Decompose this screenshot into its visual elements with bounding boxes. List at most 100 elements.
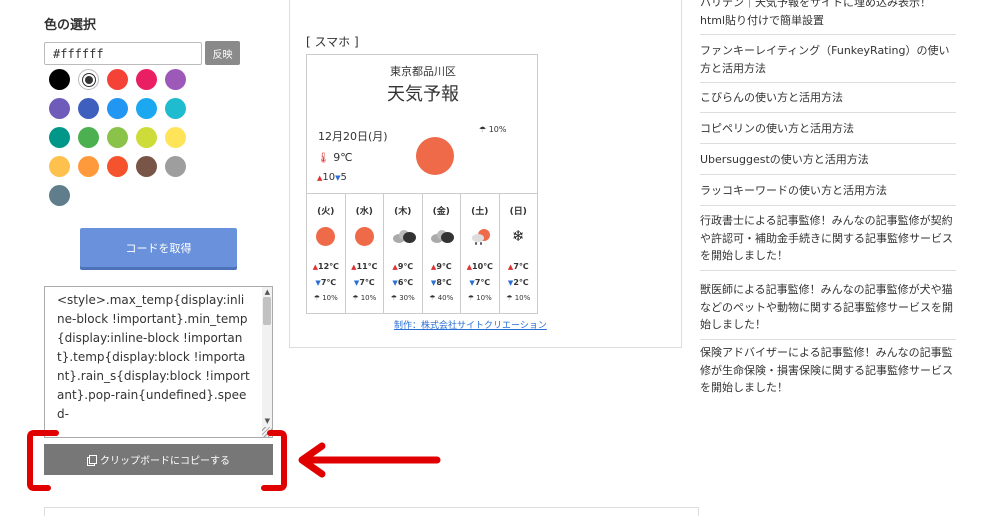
color-swatch[interactable] xyxy=(165,127,186,148)
scrollbar-thumb[interactable] xyxy=(263,297,271,325)
color-swatch[interactable] xyxy=(107,98,128,119)
high-low-temperature: ▲10▼5 xyxy=(317,172,347,183)
umbrella-icon: ☂ xyxy=(479,125,487,134)
weekly-forecast: (火) ▲12℃ ▼7℃ ☂ 10% (水) ▲11℃ ▼7℃ ☂ 10% (木) ▲9℃ ▼6℃ ☂… xyxy=(307,193,537,314)
smartphone-preview-label: [ スマホ ] xyxy=(306,35,359,49)
color-swatch[interactable] xyxy=(136,69,157,90)
forecast-day: (日) ❄ ▲7℃ ▼2℃ ☂ 10% xyxy=(500,194,538,314)
cloud-icon xyxy=(431,226,455,246)
sidebar-article-link[interactable]: こびらんの使い方と活用方法 xyxy=(700,89,956,113)
color-swatch[interactable] xyxy=(49,156,70,177)
sidebar-article-link[interactable]: ラッコキーワードの使い方と活用方法 xyxy=(700,182,956,206)
weather-title: 天気予報 xyxy=(387,84,459,105)
code-scrollbar[interactable]: ▲ ▼ xyxy=(262,287,272,437)
day-rain-chance: ☂ 10% xyxy=(467,294,492,302)
color-code-input[interactable] xyxy=(44,42,202,65)
day-min-temp: ▼6℃ xyxy=(392,278,414,287)
get-code-button[interactable]: コードを取得 xyxy=(80,228,237,267)
color-swatch[interactable] xyxy=(136,127,157,148)
cloud-icon xyxy=(392,226,416,246)
sidebar-article-link[interactable]: コピペリンの使い方と活用方法 xyxy=(700,120,956,144)
umbrella-icon: ☂ xyxy=(467,294,474,302)
day-min-temp: ▼7℃ xyxy=(469,278,491,287)
day-rain-chance: ☂ 30% xyxy=(390,294,415,302)
red-arrow-icon xyxy=(298,442,441,478)
sidebar-article-link[interactable]: ファンキーレイティング（FunkeyRating）の使い方と活用方法 xyxy=(700,42,956,83)
sidebar-article-link[interactable]: 保険アドバイザーによる記事監修！みんなの記事監修が生命保険・損害保険に関する記事… xyxy=(700,344,956,402)
color-swatch[interactable] xyxy=(107,69,128,90)
day-max-temp: ▲11℃ xyxy=(351,262,378,271)
color-swatch[interactable] xyxy=(49,69,70,90)
day-min-temp: ▼8℃ xyxy=(430,278,452,287)
color-swatch[interactable] xyxy=(165,69,186,90)
sidebar-article-link[interactable]: Ubersuggestの使い方と活用方法 xyxy=(700,151,956,175)
day-min-temp: ▼7℃ xyxy=(353,278,375,287)
umbrella-icon: ☂ xyxy=(352,294,359,302)
forecast-day: (火) ▲12℃ ▼7℃ ☂ 10% xyxy=(307,194,346,314)
apply-color-button[interactable]: 反映 xyxy=(205,41,240,65)
day-name: (日) xyxy=(509,207,527,217)
credit-link[interactable]: 制作：株式会社サイトクリエーション xyxy=(394,318,547,331)
day-max-temp: ▲9℃ xyxy=(430,262,452,271)
day-min-temp: ▼2℃ xyxy=(507,278,529,287)
sun-icon xyxy=(316,226,336,246)
umbrella-icon: ☂ xyxy=(429,294,436,302)
sidebar-article-link[interactable]: 獣医師による記事監修！みんなの記事監修が犬や猫などのペットや動物に関する記事監修… xyxy=(700,281,956,340)
day-rain-chance: ☂ 10% xyxy=(506,294,531,302)
day-max-temp: ▲9℃ xyxy=(392,262,414,271)
preview-panel: [ スマホ ] 東京都品川区 天気予報 12月20日(月) ☂ 10% 🌡 9℃… xyxy=(289,0,682,348)
sidebar-article-link[interactable]: ハリテン｜天気予報をサイトに埋め込み表示！html貼り付けで簡単設置 xyxy=(700,0,956,35)
sidebar-article-link[interactable]: 行政書士による記事監修！みんなの記事監修が契約や許認可・補助金手続きに関する記事… xyxy=(700,212,956,271)
day-name: (金) xyxy=(432,207,450,217)
color-swatch[interactable] xyxy=(136,156,157,177)
forecast-day: (土) ▲10℃ ▼7℃ ☂ 10% xyxy=(461,194,500,314)
color-swatch[interactable] xyxy=(165,98,186,119)
sun-icon xyxy=(416,137,454,175)
umbrella-icon: ☂ xyxy=(313,294,320,302)
sun-icon xyxy=(354,226,374,246)
content-box-bottom xyxy=(44,507,699,516)
day-rain-chance: ☂ 10% xyxy=(313,294,338,302)
day-rain-chance: ☂ 10% xyxy=(352,294,377,302)
day-name: (土) xyxy=(471,207,489,217)
snow-icon: ❄ xyxy=(511,227,525,245)
forecast-day: (木) ▲9℃ ▼6℃ ☂ 30% xyxy=(384,194,423,314)
color-swatch[interactable] xyxy=(78,69,99,90)
day-name: (木) xyxy=(394,207,412,217)
weather-date: 12月20日(月) xyxy=(318,130,388,143)
color-select-title: 色の選択 xyxy=(44,18,97,33)
color-swatch[interactable] xyxy=(49,185,70,206)
color-swatch[interactable] xyxy=(165,156,186,177)
code-output-text: <style>.max_temp{display:inline-block !i… xyxy=(57,293,250,421)
color-swatch[interactable] xyxy=(49,98,70,119)
day-max-temp: ▲10℃ xyxy=(466,262,493,271)
code-output-textarea[interactable]: <style>.max_temp{display:inline-block !i… xyxy=(44,286,273,438)
forecast-day: (水) ▲11℃ ▼7℃ ☂ 10% xyxy=(346,194,384,314)
scroll-up-icon[interactable]: ▲ xyxy=(265,288,270,296)
color-swatch[interactable] xyxy=(78,127,99,148)
umbrella-icon: ☂ xyxy=(390,294,397,302)
current-temperature: 🌡 9℃ xyxy=(317,151,353,164)
color-swatch[interactable] xyxy=(107,156,128,177)
day-max-temp: ▲7℃ xyxy=(507,262,529,271)
weather-widget: 東京都品川区 天気予報 12月20日(月) ☂ 10% 🌡 9℃ ▲10▼5 (… xyxy=(306,54,538,314)
color-swatch[interactable] xyxy=(49,127,70,148)
forecast-day: (金) ▲9℃ ▼8℃ ☂ 40% xyxy=(423,194,461,314)
day-max-temp: ▲12℃ xyxy=(312,262,339,271)
red-highlight-bracket xyxy=(27,430,287,491)
color-swatch[interactable] xyxy=(78,156,99,177)
selected-indicator-icon xyxy=(84,75,93,84)
rain-chance-today: ☂ 10% xyxy=(479,125,507,134)
color-swatch[interactable] xyxy=(107,127,128,148)
color-swatch[interactable] xyxy=(78,98,99,119)
day-rain-chance: ☂ 40% xyxy=(429,294,454,302)
umbrella-icon: ☂ xyxy=(506,294,513,302)
weather-location: 東京都品川区 xyxy=(390,65,456,78)
sun-rain-icon xyxy=(470,226,490,246)
color-swatch[interactable] xyxy=(136,98,157,119)
day-min-temp: ▼7℃ xyxy=(315,278,337,287)
day-name: (火) xyxy=(317,207,335,217)
thermometer-icon: 🌡 xyxy=(317,153,330,164)
day-name: (水) xyxy=(355,207,373,217)
scroll-down-icon[interactable]: ▼ xyxy=(265,417,270,425)
